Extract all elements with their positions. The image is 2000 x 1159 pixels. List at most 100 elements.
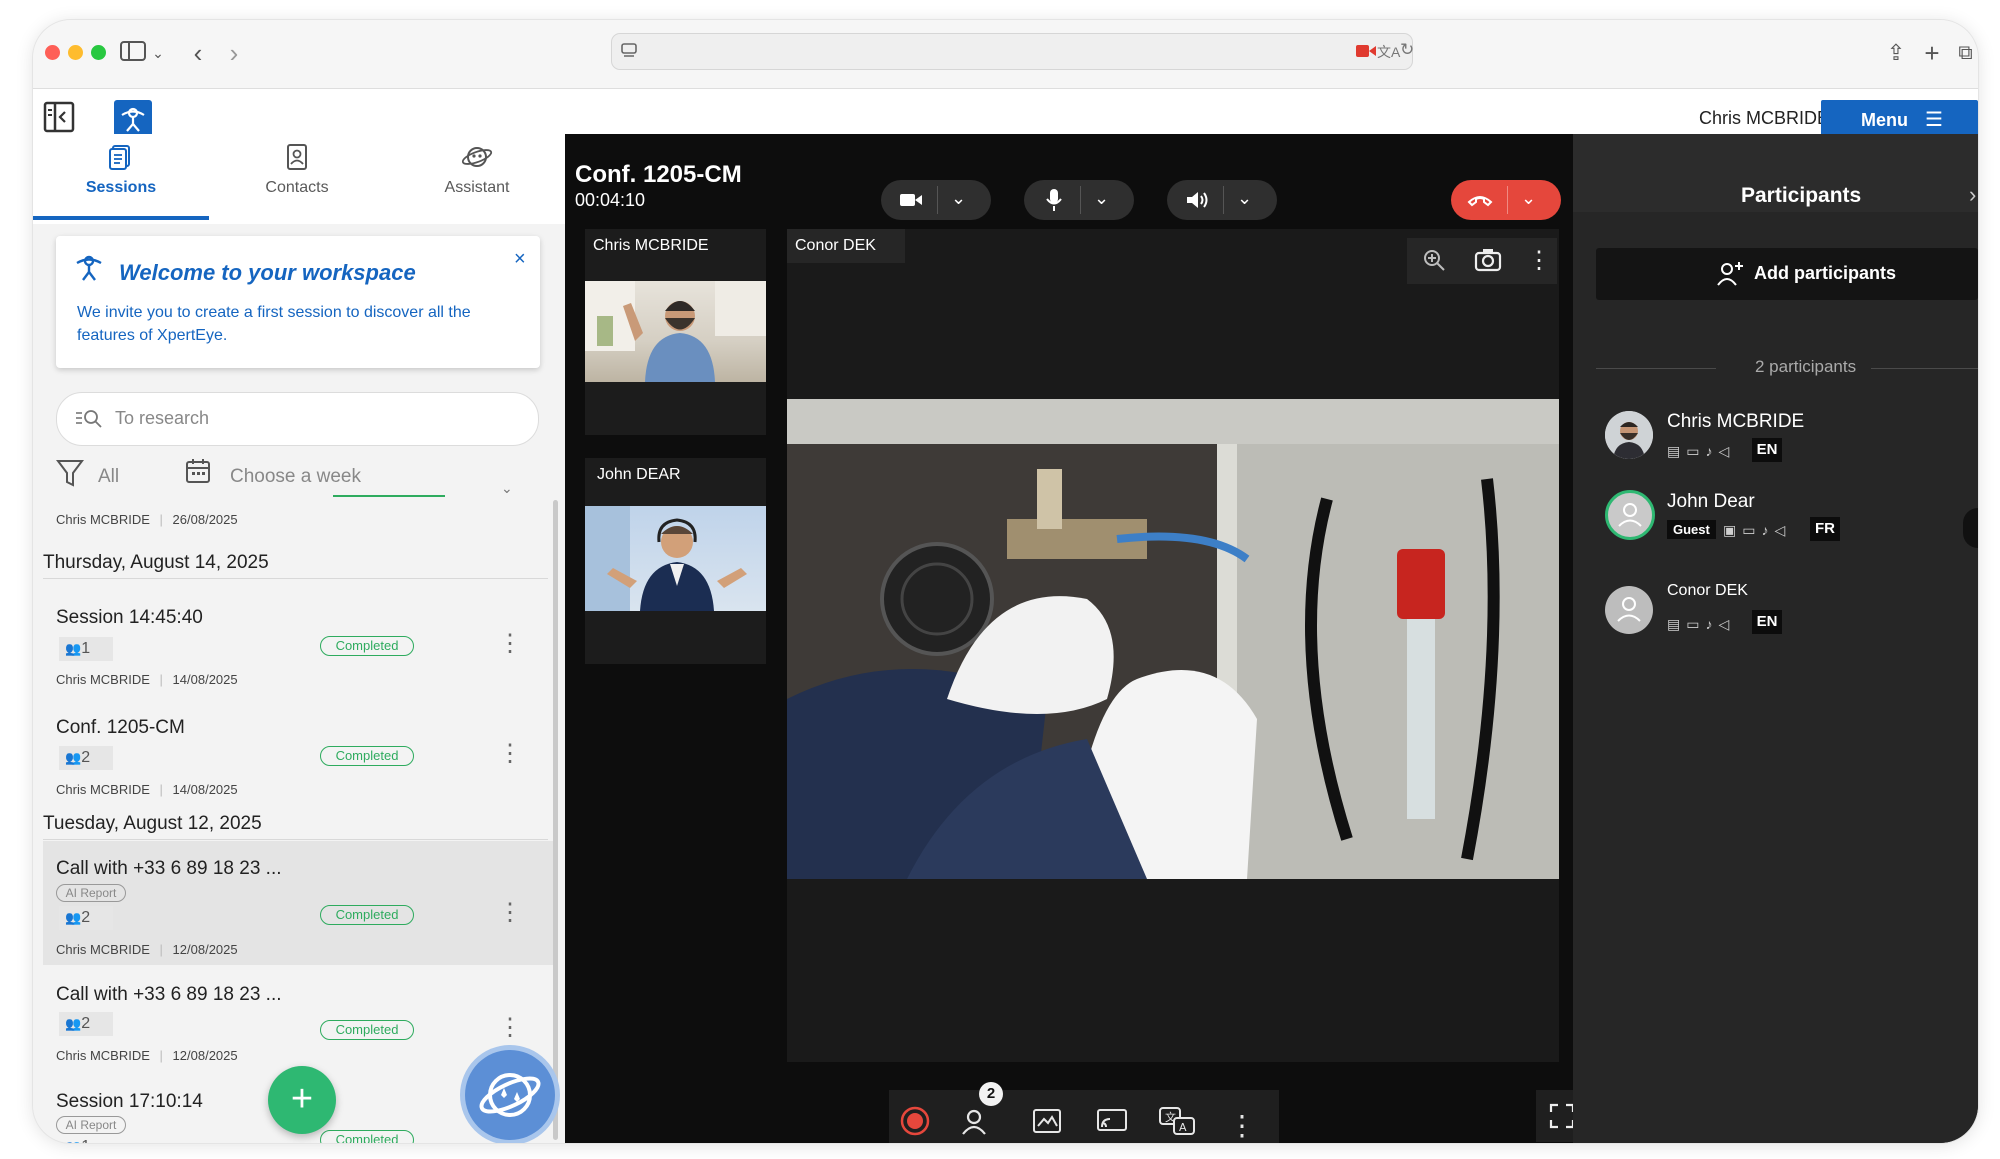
- week-picker[interactable]: Choose a week: [230, 466, 361, 488]
- main-video-stream: [787, 399, 1559, 879]
- active-tab-indicator: [33, 216, 209, 220]
- search-input[interactable]: To research: [56, 392, 539, 446]
- assistant-bubble[interactable]: [465, 1050, 555, 1140]
- session-date: 12/08/2025: [172, 1048, 238, 1063]
- session-date: 14/08/2025: [172, 782, 238, 797]
- close-window-button[interactable]: [45, 45, 60, 60]
- translation-icon[interactable]: 文A: [1155, 1106, 1199, 1143]
- video-icon: ▭: [1686, 443, 1706, 459]
- calendar-icon[interactable]: [185, 458, 211, 489]
- share-icon[interactable]: ⇪: [1881, 38, 1911, 68]
- zoom-in-icon[interactable]: [1422, 248, 1446, 279]
- speaker-icon: ◁: [1718, 616, 1736, 632]
- more-options-icon[interactable]: ⋮: [1527, 246, 1551, 275]
- record-icon[interactable]: [893, 1106, 937, 1143]
- address-bar[interactable]: 文A ↻: [611, 33, 1414, 70]
- translate-icon[interactable]: 文A: [1377, 42, 1400, 62]
- hangup-control[interactable]: ⌄: [1451, 180, 1561, 220]
- minimize-window-button[interactable]: [68, 45, 83, 60]
- control-divider: [1507, 186, 1508, 214]
- session-date: 26/08/2025: [172, 512, 238, 527]
- chevron-down-icon[interactable]: ⌄: [1094, 188, 1109, 209]
- tab-contacts[interactable]: Contacts: [209, 138, 385, 216]
- back-icon[interactable]: ‹: [183, 38, 213, 68]
- tab-contacts-label: Contacts: [265, 179, 329, 196]
- welcome-title: Welcome to your workspace: [119, 260, 416, 285]
- participant-count: 👥1: [59, 1135, 113, 1143]
- participants-icon[interactable]: [955, 1106, 999, 1143]
- plus-icon[interactable]: +: [1917, 38, 1947, 68]
- add-participants-label: Add participants: [1754, 263, 1897, 283]
- more-options-icon[interactable]: ⋮: [498, 632, 522, 656]
- video-camera-icon[interactable]: [899, 190, 923, 215]
- camera-control[interactable]: ⌄: [881, 180, 991, 220]
- page-menu-icon[interactable]: [620, 41, 638, 64]
- forward-icon[interactable]: ›: [219, 38, 249, 68]
- participant-count-value: 2: [81, 1015, 91, 1032]
- zoom-window-button[interactable]: [91, 45, 106, 60]
- conference-timer: 00:04:10: [575, 190, 646, 210]
- sessions-icon: [33, 144, 209, 177]
- xperteye-logo[interactable]: [114, 100, 152, 138]
- tab-sessions[interactable]: Sessions: [33, 138, 209, 216]
- divider: [43, 578, 548, 579]
- new-session-button[interactable]: +: [268, 1066, 336, 1134]
- annotation-icon[interactable]: [1025, 1106, 1069, 1143]
- participant-count-value: 2: [81, 749, 91, 766]
- more-options-icon[interactable]: ⋮: [498, 901, 522, 925]
- tab-assistant[interactable]: Assistant: [389, 138, 565, 216]
- snapshot-camera-icon[interactable]: [1474, 248, 1502, 277]
- participant-name: John Dear: [1667, 491, 1755, 512]
- close-icon[interactable]: ×: [514, 248, 526, 271]
- filter-all-label[interactable]: All: [98, 466, 119, 488]
- session-row[interactable]: [43, 586, 548, 686]
- date-header: Thursday, August 14, 2025: [43, 552, 269, 573]
- assistant-icon: [389, 144, 565, 177]
- tabs-icon[interactable]: ⧉: [1953, 38, 1978, 68]
- tab-assistant-label: Assistant: [444, 179, 510, 196]
- participant-count-value: 1: [81, 640, 91, 657]
- close-panel-icon[interactable]: ›: [1969, 182, 1976, 208]
- add-participants-button[interactable]: Add participants: [1596, 248, 1978, 300]
- thumbnail-name: John DEAR: [585, 458, 766, 492]
- chevron-down-icon[interactable]: ⌄: [951, 188, 966, 209]
- speaker-control[interactable]: ⌄: [1167, 180, 1277, 220]
- status-badge: Completed: [320, 905, 414, 925]
- hangup-icon[interactable]: [1467, 190, 1493, 215]
- people-icon: 👥: [65, 641, 82, 656]
- participant-name: Conor DEK: [1667, 582, 1748, 599]
- more-options-icon[interactable]: ⋮: [498, 742, 522, 766]
- reload-icon[interactable]: ↻: [1400, 40, 1414, 60]
- scrollbar[interactable]: [553, 500, 558, 1140]
- screen-share-icon[interactable]: [1090, 1106, 1134, 1143]
- chevron-down-icon[interactable]: ⌄: [148, 38, 168, 68]
- camera-active-icon[interactable]: [1356, 43, 1376, 64]
- participants-title: Participants: [1741, 184, 1862, 207]
- session-title: Call with +33 6 89 18 23 ...: [56, 858, 282, 879]
- collapse-sidebar-icon[interactable]: [43, 101, 75, 138]
- panel-scroll-handle[interactable]: [1963, 508, 1978, 548]
- participant-count: 👥2: [59, 746, 113, 770]
- week-dropdown-chevron-icon[interactable]: ⌄: [501, 480, 513, 497]
- chevron-down-icon[interactable]: ⌄: [1521, 188, 1536, 209]
- sidebar-icon[interactable]: [118, 38, 148, 68]
- current-user-name[interactable]: Chris MCBRIDE: [1699, 108, 1829, 129]
- people-icon: 👥: [65, 1139, 81, 1143]
- status-badge: Completed: [320, 1020, 414, 1040]
- welcome-body-line2: features of XpertEye.: [77, 327, 228, 344]
- more-options-icon[interactable]: ⋮: [498, 1016, 522, 1040]
- session-owner: Chris MCBRIDE: [56, 942, 150, 957]
- language-badge: EN: [1752, 610, 1782, 634]
- filter-icon[interactable]: [56, 458, 84, 493]
- more-options-icon[interactable]: ⋮: [1220, 1106, 1264, 1143]
- divider: [43, 839, 548, 840]
- participant-name: Chris MCBRIDE: [1667, 411, 1805, 432]
- chevron-down-icon[interactable]: ⌄: [1237, 188, 1252, 209]
- participant-count: 👥1: [59, 637, 113, 661]
- participant-device-icons: ▤▭♪◁: [1667, 616, 1735, 633]
- speaker-icon[interactable]: [1185, 190, 1209, 215]
- participant-row[interactable]: [1596, 572, 1978, 642]
- microphone-icon[interactable]: [1044, 188, 1064, 217]
- chat-icon: ▤: [1667, 443, 1687, 459]
- microphone-control[interactable]: ⌄: [1024, 180, 1134, 220]
